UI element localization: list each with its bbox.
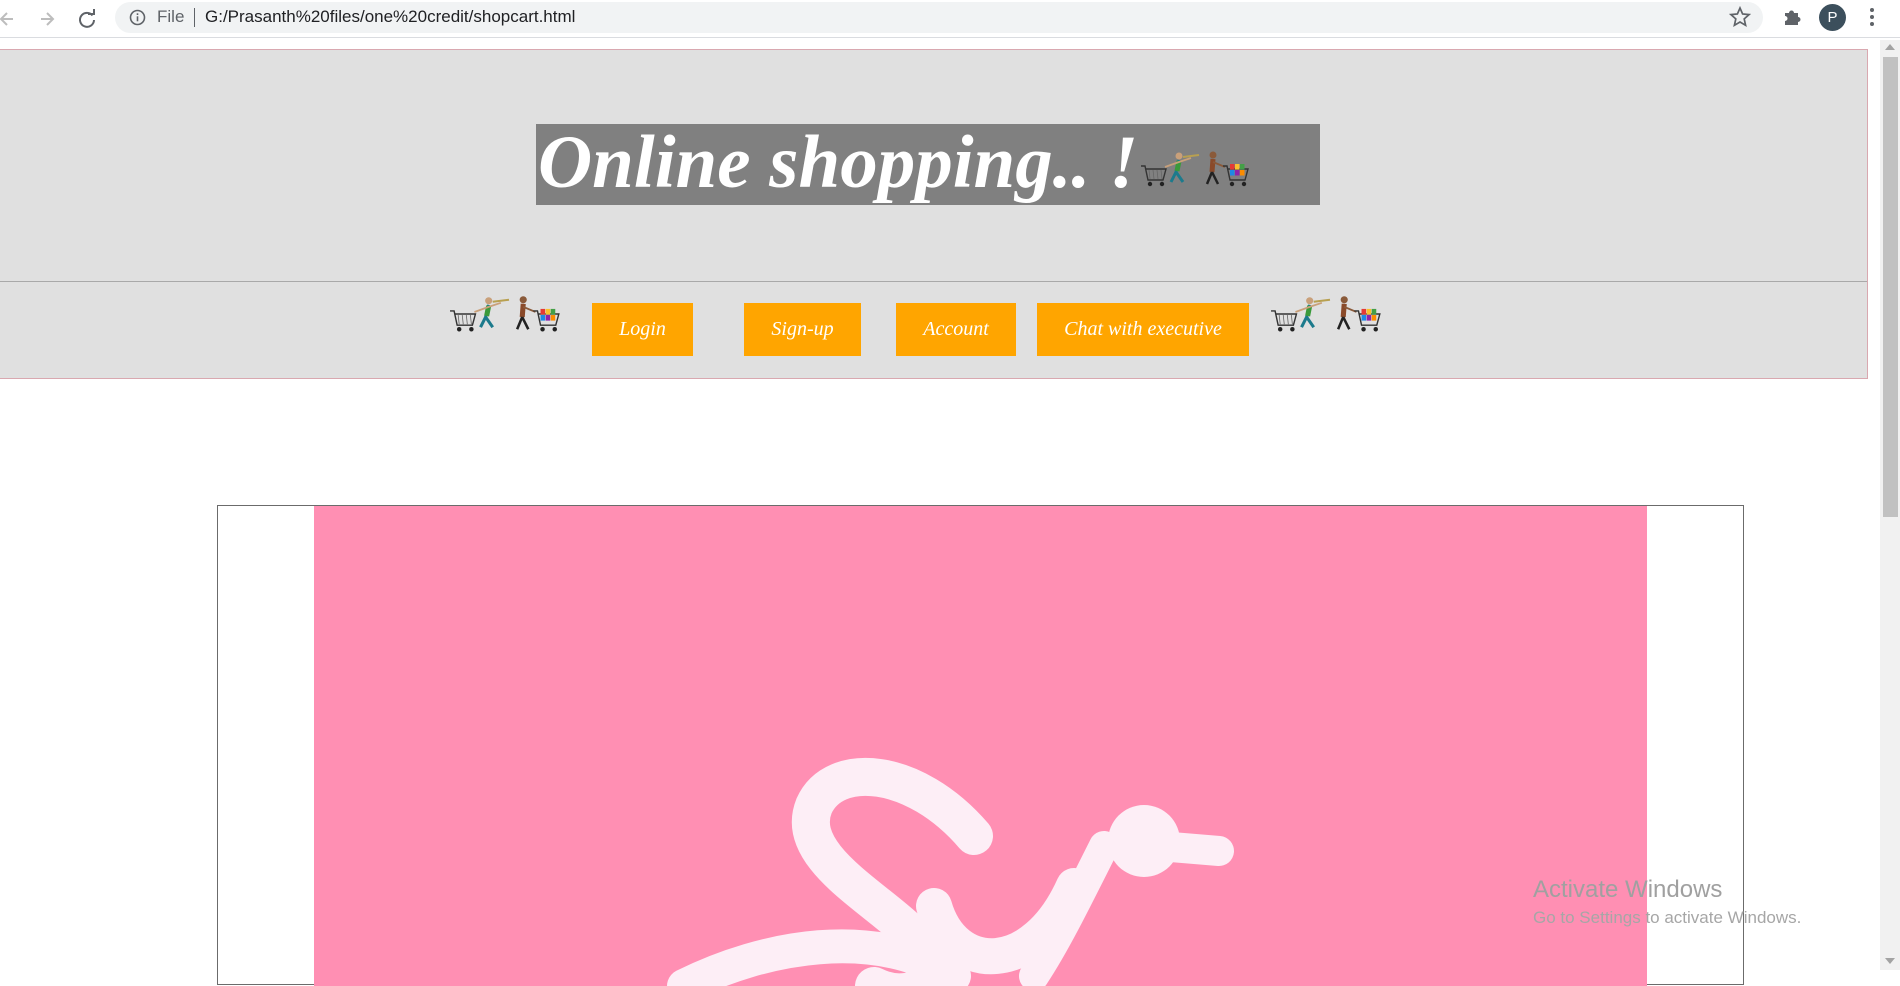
- site-header: Online shopping.. ! Login Sign-up Accoun…: [0, 49, 1868, 379]
- product-showcase-frame: [217, 505, 1744, 986]
- script-logo-graphic: [667, 757, 1234, 986]
- star-icon[interactable]: [1728, 5, 1752, 28]
- scheme-label: File: [157, 7, 185, 26]
- puzzle-icon[interactable]: [1781, 6, 1803, 28]
- url-text[interactable]: G:/Prasanth%20files/one%20credit/shopcar…: [205, 7, 575, 27]
- login-button[interactable]: Login: [592, 303, 693, 356]
- shopper-cart-icon: [1141, 151, 1249, 187]
- activate-windows-watermark: Activate Windows Go to Settings to activ…: [1533, 876, 1801, 928]
- promo-banner-image[interactable]: [314, 506, 1647, 986]
- shopper-cart-icon: [1271, 296, 1381, 332]
- watermark-title: Activate Windows: [1533, 876, 1723, 903]
- back-arrow-icon[interactable]: [0, 6, 20, 32]
- browser-toolbar: File G:/Prasanth%20files/one%20credit/sh…: [0, 0, 1900, 38]
- signup-button[interactable]: Sign-up: [744, 303, 861, 356]
- reload-icon[interactable]: [74, 6, 100, 32]
- title-banner: Online shopping.. !: [536, 121, 1320, 205]
- info-icon[interactable]: [129, 9, 146, 26]
- address-bar[interactable]: File G:/Prasanth%20files/one%20credit/sh…: [115, 2, 1763, 33]
- scroll-up-arrow-icon[interactable]: [1885, 44, 1895, 50]
- shopper-cart-icon: [450, 296, 560, 332]
- scroll-down-arrow-icon[interactable]: [1885, 958, 1895, 964]
- avatar[interactable]: P: [1819, 4, 1846, 31]
- forward-arrow-icon[interactable]: [34, 6, 60, 32]
- header-divider: [0, 281, 1867, 282]
- vertical-scrollbar[interactable]: [1880, 40, 1900, 970]
- scrollbar-thumb[interactable]: [1883, 57, 1898, 517]
- site-title: Online shopping.. !: [538, 121, 1139, 204]
- address-separator: [194, 8, 195, 27]
- chat-with-executive-button[interactable]: Chat with executive: [1037, 303, 1249, 356]
- watermark-subtitle: Go to Settings to activate Windows.: [1533, 908, 1802, 927]
- kebab-menu-icon[interactable]: [1862, 6, 1882, 28]
- account-button[interactable]: Account: [896, 303, 1016, 356]
